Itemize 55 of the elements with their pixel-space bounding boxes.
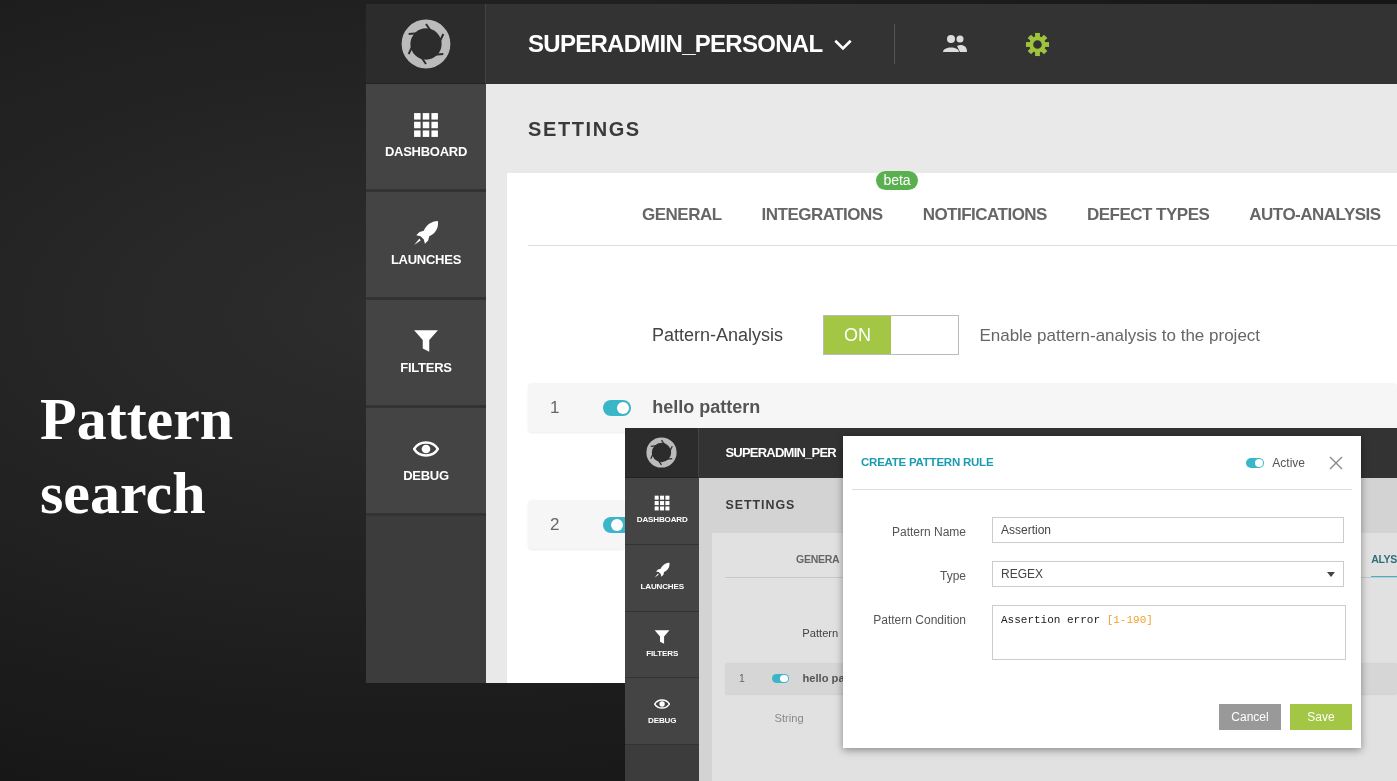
- close-icon[interactable]: [1329, 455, 1343, 470]
- rocket-icon: [654, 562, 671, 579]
- toggle-switch[interactable]: [602, 516, 625, 533]
- rocket-icon: [413, 219, 439, 246]
- dialog-title: CREATE PATTERN RULE: [861, 454, 994, 470]
- sidebar-item[interactable]: LAUNCHES: [366, 192, 486, 300]
- field-label: Pattern Name: [890, 524, 966, 541]
- text-field[interactable]: Assertion: [992, 517, 1344, 543]
- toggle-switch[interactable]: [771, 673, 790, 684]
- row-number: 2: [550, 514, 561, 537]
- field-label: Pattern Condition: [872, 612, 966, 629]
- setting-label: Pattern: [802, 625, 840, 641]
- setting-label: Pattern-Analysis: [652, 323, 785, 347]
- sidebar-item[interactable]: DASHBOARD: [625, 477, 700, 545]
- grid-icon: [654, 495, 671, 512]
- active-label: Active: [1272, 454, 1305, 472]
- grid-icon: [413, 111, 439, 138]
- page-title: SETTINGS: [725, 496, 796, 514]
- project-name[interactable]: SUPERADMIN_PER: [725, 443, 836, 463]
- code-field[interactable]: Assertion error [1-190]: [992, 605, 1346, 660]
- funnel-icon: [413, 327, 439, 354]
- tab[interactable]: NOTIFICATIONS: [922, 205, 1047, 246]
- pattern-type: String: [774, 710, 804, 726]
- tab[interactable]: ALYS: [1371, 552, 1397, 577]
- active-toggle[interactable]: [1246, 457, 1265, 468]
- condition-text: Assertion error [1-190]: [1001, 613, 1153, 628]
- project-name[interactable]: SUPERADMIN_PERSONAL: [528, 26, 823, 62]
- toggle-switch[interactable]: [602, 399, 631, 416]
- sidebar-item[interactable]: DEBUG: [366, 408, 486, 516]
- tab[interactable]: GENERAL: [642, 205, 722, 246]
- caret-icon: [1327, 571, 1335, 577]
- tab[interactable]: AUTO-ANALYSIS: [1249, 205, 1381, 246]
- logo-icon[interactable]: [646, 436, 678, 468]
- page-title: SETTINGS: [528, 116, 641, 142]
- tab[interactable]: INTEGRATIONS: [761, 205, 883, 246]
- logo-icon[interactable]: [400, 18, 451, 69]
- tab[interactable]: GENERA: [796, 552, 840, 577]
- slide-title: Pattern search: [40, 385, 235, 528]
- tab[interactable]: DEFECT TYPES: [1086, 205, 1210, 246]
- row-number: 1: [550, 397, 561, 420]
- sidebar-item[interactable]: FILTERS: [366, 300, 486, 408]
- pattern-row[interactable]: 1 hello pattern: [528, 383, 1397, 433]
- field-label: Type: [939, 568, 966, 585]
- pattern-name: hello pattern: [652, 396, 761, 420]
- settings-icon[interactable]: [1025, 31, 1051, 57]
- select-field[interactable]: REGEX: [992, 561, 1344, 587]
- sidebar-item[interactable]: DEBUG: [625, 678, 700, 746]
- sidebar-item[interactable]: LAUNCHES: [625, 544, 700, 612]
- beta-badge: beta: [876, 171, 918, 190]
- sidebar-item[interactable]: FILTERS: [625, 611, 700, 679]
- row-number: 1: [739, 670, 746, 686]
- pattern-row[interactable]: 2: [528, 500, 625, 550]
- funnel-icon: [654, 629, 671, 646]
- setting-description: Enable pattern-analysis to the project: [979, 324, 1261, 347]
- sidebar-item[interactable]: DASHBOARD: [366, 84, 486, 192]
